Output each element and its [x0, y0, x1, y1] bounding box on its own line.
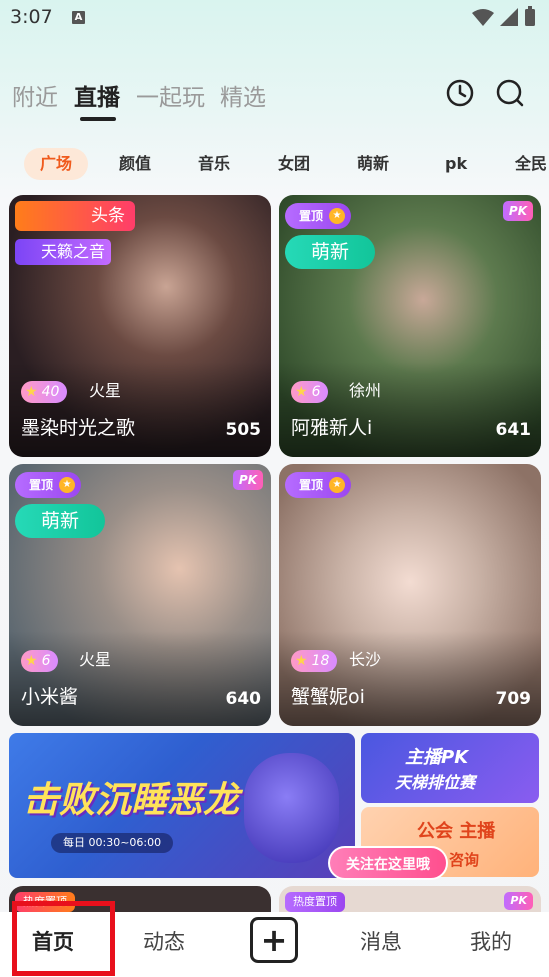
tab-live[interactable]: 直播: [74, 78, 120, 112]
viewer-count: 641: [495, 420, 532, 440]
category-square[interactable]: 广场: [24, 148, 89, 180]
streamer-name: 蟹蟹妮oi: [291, 686, 365, 708]
category-girl-group[interactable]: 女团: [278, 148, 310, 180]
active-tab-indicator: [80, 117, 116, 121]
pk-badge: PK: [232, 470, 263, 490]
newbie-badge: 萌新: [285, 235, 375, 269]
live-card[interactable]: 置顶 ★ PK 萌新 ★ 6 火星 小米酱 640: [9, 464, 271, 726]
notification-icon: A: [72, 11, 85, 24]
dragon-image: [244, 753, 339, 863]
anchor-title: 公会 主播: [417, 821, 496, 842]
star-icon: ★: [295, 384, 308, 400]
streamer-name: 小米酱: [21, 686, 79, 708]
category-newbie[interactable]: 萌新: [357, 148, 389, 180]
viewer-count: 640: [225, 689, 262, 709]
nav-me[interactable]: 我的: [470, 926, 512, 956]
category-pk[interactable]: pk: [445, 148, 467, 180]
location-text: 徐州: [349, 381, 382, 400]
dragon-event-banner[interactable]: 击败沉睡恶龙 每日 00:30~06:00: [9, 733, 355, 878]
nav-moments[interactable]: 动态: [143, 926, 185, 956]
heavenly-voice-badge: 天籁之音: [15, 239, 111, 265]
streamer-name: 墨染时光之歌: [21, 417, 136, 439]
create-plus-button[interactable]: +: [250, 917, 298, 963]
pk-title: 主播PK: [405, 747, 469, 768]
status-bar: 3:07 A: [0, 0, 549, 38]
status-time: 3:07: [10, 6, 53, 28]
pinned-badge: 置顶 ★: [285, 203, 352, 229]
level-badge: ★ 6: [291, 381, 329, 403]
pk-badge: PK: [504, 892, 533, 910]
location-text: 火星: [79, 650, 112, 669]
live-card[interactable]: 头条 天籁之音 ★ 40 火星 墨染时光之歌 505: [9, 195, 271, 457]
search-icon[interactable]: [495, 78, 525, 108]
streamer-name: 阿雅新人i: [291, 417, 373, 439]
live-card[interactable]: 置顶 ★ PK 萌新 ★ 6 徐州 阿雅新人i 641: [279, 195, 541, 457]
viewer-count: 709: [495, 689, 532, 709]
star-icon: ★: [25, 653, 38, 669]
battery-icon: [525, 6, 535, 26]
category-all[interactable]: 全民: [515, 148, 547, 180]
home-highlight-box: [12, 901, 115, 976]
nav-messages[interactable]: 消息: [360, 926, 402, 956]
headline-badge: 头条: [15, 201, 135, 231]
tab-nearby[interactable]: 附近: [12, 78, 58, 112]
live-card[interactable]: 置顶 ★ ★ 18 长沙 蟹蟹妮oi 709: [279, 464, 541, 726]
wifi-icon: [472, 9, 494, 26]
star-icon: ★: [25, 384, 38, 400]
event-title: 击败沉睡恶龙: [23, 780, 240, 821]
signal-icon: [500, 8, 518, 26]
crown-icon: ★: [59, 477, 76, 493]
location-text: 长沙: [349, 650, 382, 669]
pinned-badge: 置顶 ★: [285, 472, 352, 498]
level-badge: ★ 18: [291, 650, 338, 672]
crown-icon: ★: [329, 208, 346, 224]
pk-subtitle: 天梯排位赛: [395, 773, 476, 792]
viewer-count: 505: [225, 420, 262, 440]
level-badge: ★ 6: [21, 650, 59, 672]
follow-here-tip[interactable]: 关注在这里哦: [328, 846, 448, 880]
pk-badge: PK: [502, 201, 533, 221]
anchor-subtitle: 咨询: [449, 851, 480, 869]
pk-ranking-banner[interactable]: 主播PK 天梯排位赛: [361, 733, 539, 803]
newbie-badge: 萌新: [15, 504, 105, 538]
level-badge: ★ 40: [21, 381, 68, 403]
history-icon[interactable]: [445, 78, 475, 108]
location-text: 火星: [89, 381, 122, 400]
category-looks[interactable]: 颜值: [119, 148, 151, 180]
hot-pinned-badge: 热度置顶: [285, 892, 345, 912]
tab-featured[interactable]: 精选: [220, 78, 266, 112]
category-music[interactable]: 音乐: [198, 148, 230, 180]
event-time: 每日 00:30~06:00: [51, 833, 174, 853]
tab-play-together[interactable]: 一起玩: [136, 78, 205, 112]
crown-icon: ★: [329, 477, 346, 493]
pinned-badge: 置顶 ★: [15, 472, 82, 498]
star-icon: ★: [295, 653, 308, 669]
